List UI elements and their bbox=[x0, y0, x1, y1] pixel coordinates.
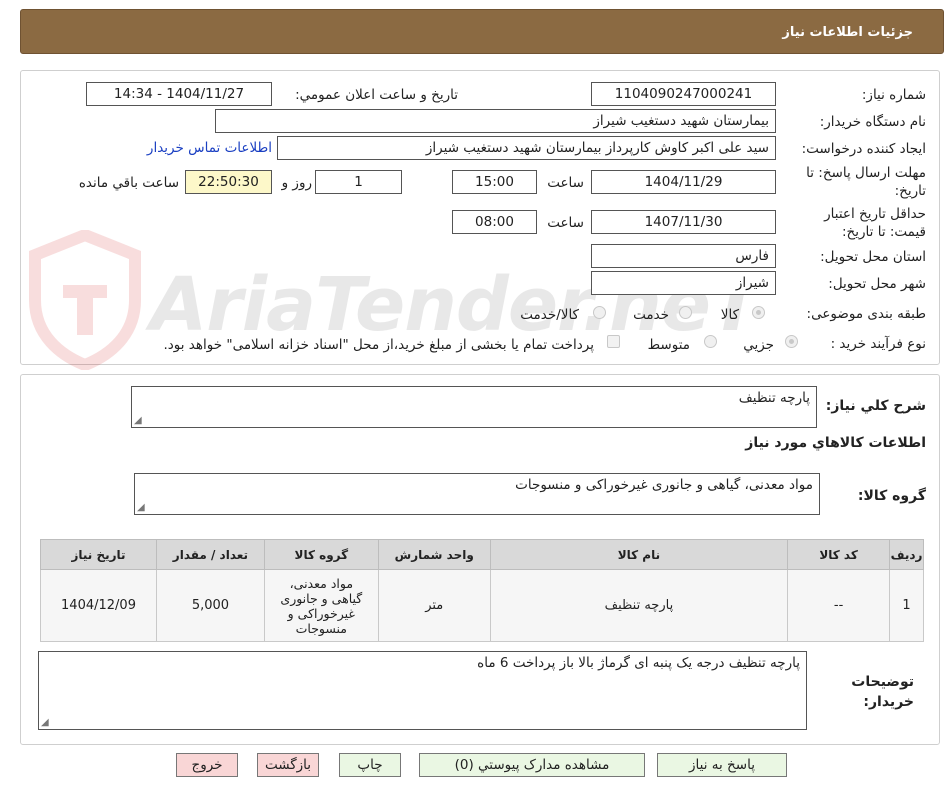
validity-time-label: ساعت bbox=[547, 215, 584, 231]
col-name-header: نام کالا bbox=[489, 539, 789, 570]
cell-quantity: 5,000 bbox=[156, 569, 265, 642]
buyer-notes-textarea[interactable]: پارچه تنظیف درجه یک پنبه ای گرماژ بالا ب… bbox=[38, 651, 807, 730]
remaining-time-label: ساعت باقي مانده bbox=[78, 175, 179, 191]
col-group-header: گروه کالا bbox=[263, 539, 379, 570]
remaining-time-field: 22:50:30 bbox=[185, 170, 272, 194]
col-unit-header: واحد شمارش bbox=[377, 539, 491, 570]
print-button[interactable]: چاپ bbox=[339, 753, 401, 777]
buyer-org-label: نام دستگاه خریدار: bbox=[819, 114, 926, 130]
goods-group-textarea[interactable]: مواد معدنی، گیاهی و جانوری غیرخوراکی و م… bbox=[134, 473, 820, 515]
col-code-header: کد کالا bbox=[787, 539, 891, 570]
creator-label: ایجاد کننده درخواست: bbox=[801, 141, 926, 157]
back-button[interactable]: بازگشت bbox=[257, 753, 319, 777]
city-field: شیراز bbox=[591, 271, 776, 295]
deadline-time-label: ساعت bbox=[547, 175, 584, 191]
table-row[interactable]: 1 -- پارچه تنظیف متر مواد معدنی، گیاهی و… bbox=[40, 569, 924, 642]
validity-label: حداقل تاریخ اعتبار قیمت: تا تاریخ: bbox=[824, 206, 926, 240]
validity-date-field: 1407/11/30 bbox=[591, 210, 776, 234]
cell-unit: متر bbox=[377, 569, 491, 642]
process-label: نوع فرآیند خرید : bbox=[830, 336, 926, 352]
deadline-label: مهلت ارسال پاسخ: تا تاریخ: bbox=[806, 165, 926, 199]
cell-code: -- bbox=[787, 569, 891, 642]
process-medium-radio[interactable] bbox=[704, 335, 717, 348]
cell-date: 1404/12/09 bbox=[40, 569, 157, 642]
category-service-radio[interactable] bbox=[679, 306, 692, 319]
deadline-date-field: 1404/11/29 bbox=[591, 170, 776, 194]
cell-name: پارچه تنظیف bbox=[489, 569, 789, 642]
reply-button[interactable]: پاسخ به نیاز bbox=[657, 753, 787, 777]
buyer-notes-text: پارچه تنظیف درجه یک پنبه ای گرماژ بالا ب… bbox=[477, 655, 800, 671]
summary-textarea[interactable]: پارچه تنظیف ◢ bbox=[131, 386, 817, 428]
category-label: طبقه بندی موضوعی: bbox=[806, 306, 926, 322]
need-number-label: شماره نیاز: bbox=[861, 87, 926, 103]
validity-time-field: 08:00 bbox=[452, 210, 537, 234]
table-header-row: ردیف کد کالا نام کالا واحد شمارش گروه کا… bbox=[40, 539, 924, 570]
goods-group-text: مواد معدنی، گیاهی و جانوری غیرخوراکی و م… bbox=[515, 477, 813, 493]
province-field: فارس bbox=[591, 244, 776, 268]
process-medium-label: متوسط bbox=[647, 337, 690, 353]
buyer-notes-label: توضیحات خریدار: bbox=[851, 674, 914, 710]
deadline-time-field: 15:00 bbox=[452, 170, 537, 194]
summary-text: پارچه تنظیف bbox=[738, 390, 810, 406]
col-quantity-header: تعداد / مقدار bbox=[156, 539, 265, 570]
days-field: 1 bbox=[315, 170, 402, 194]
view-attachments-button[interactable]: مشاهده مدارک پیوستي (0) bbox=[419, 753, 645, 777]
category-goods-service-radio[interactable] bbox=[593, 306, 606, 319]
days-label: روز و bbox=[281, 175, 312, 191]
resize-grip-icon: ◢ bbox=[41, 717, 49, 728]
cell-index: 1 bbox=[889, 569, 924, 642]
page-title: جزئیات اطلاعات نیاز bbox=[782, 25, 913, 40]
treasury-payment-note: پرداخت تمام یا بخشی از مبلغ خرید،از محل … bbox=[163, 337, 594, 353]
category-goods-label: کالا bbox=[720, 307, 739, 323]
process-minor-label: جزیي bbox=[743, 337, 774, 353]
category-goods-service-label: کالا/خدمت bbox=[520, 307, 579, 323]
treasury-payment-checkbox[interactable] bbox=[607, 335, 620, 348]
resize-grip-icon: ◢ bbox=[134, 415, 142, 426]
cell-group: مواد معدنی، گیاهی و جانوری غیرخوراکی و م… bbox=[263, 569, 379, 642]
process-minor-radio[interactable] bbox=[785, 335, 798, 348]
category-goods-radio[interactable] bbox=[752, 306, 765, 319]
resize-grip-icon: ◢ bbox=[137, 502, 145, 513]
goods-group-label: گروه کالا: bbox=[857, 488, 926, 504]
col-date-header: تاریخ نیاز bbox=[40, 539, 157, 570]
col-index-header: ردیف bbox=[889, 539, 924, 570]
page-header: جزئیات اطلاعات نیاز bbox=[20, 9, 944, 54]
goods-table: ردیف کد کالا نام کالا واحد شمارش گروه کا… bbox=[40, 539, 924, 642]
category-service-label: خدمت bbox=[633, 307, 669, 323]
buyer-contact-link[interactable]: اطلاعات تماس خریدار bbox=[147, 140, 272, 156]
need-number-field: 1104090247000241 bbox=[591, 82, 776, 106]
city-label: شهر محل تحویل: bbox=[828, 276, 926, 292]
summary-label: شرح کلي نیاز: bbox=[825, 398, 926, 414]
exit-button[interactable]: خروج bbox=[176, 753, 238, 777]
buyer-org-field: بیمارستان شهید دستغیب شیراز bbox=[215, 109, 776, 133]
creator-field: سید علی اکبر کاوش کارپرداز بیمارستان شهی… bbox=[277, 136, 776, 160]
goods-info-title: اطلاعات کالاهاي مورد نیاز bbox=[745, 435, 926, 451]
announce-label: تاریخ و ساعت اعلان عمومي: bbox=[295, 87, 458, 103]
announce-field: 1404/11/27 - 14:34 bbox=[86, 82, 272, 106]
province-label: استان محل تحویل: bbox=[820, 249, 926, 265]
